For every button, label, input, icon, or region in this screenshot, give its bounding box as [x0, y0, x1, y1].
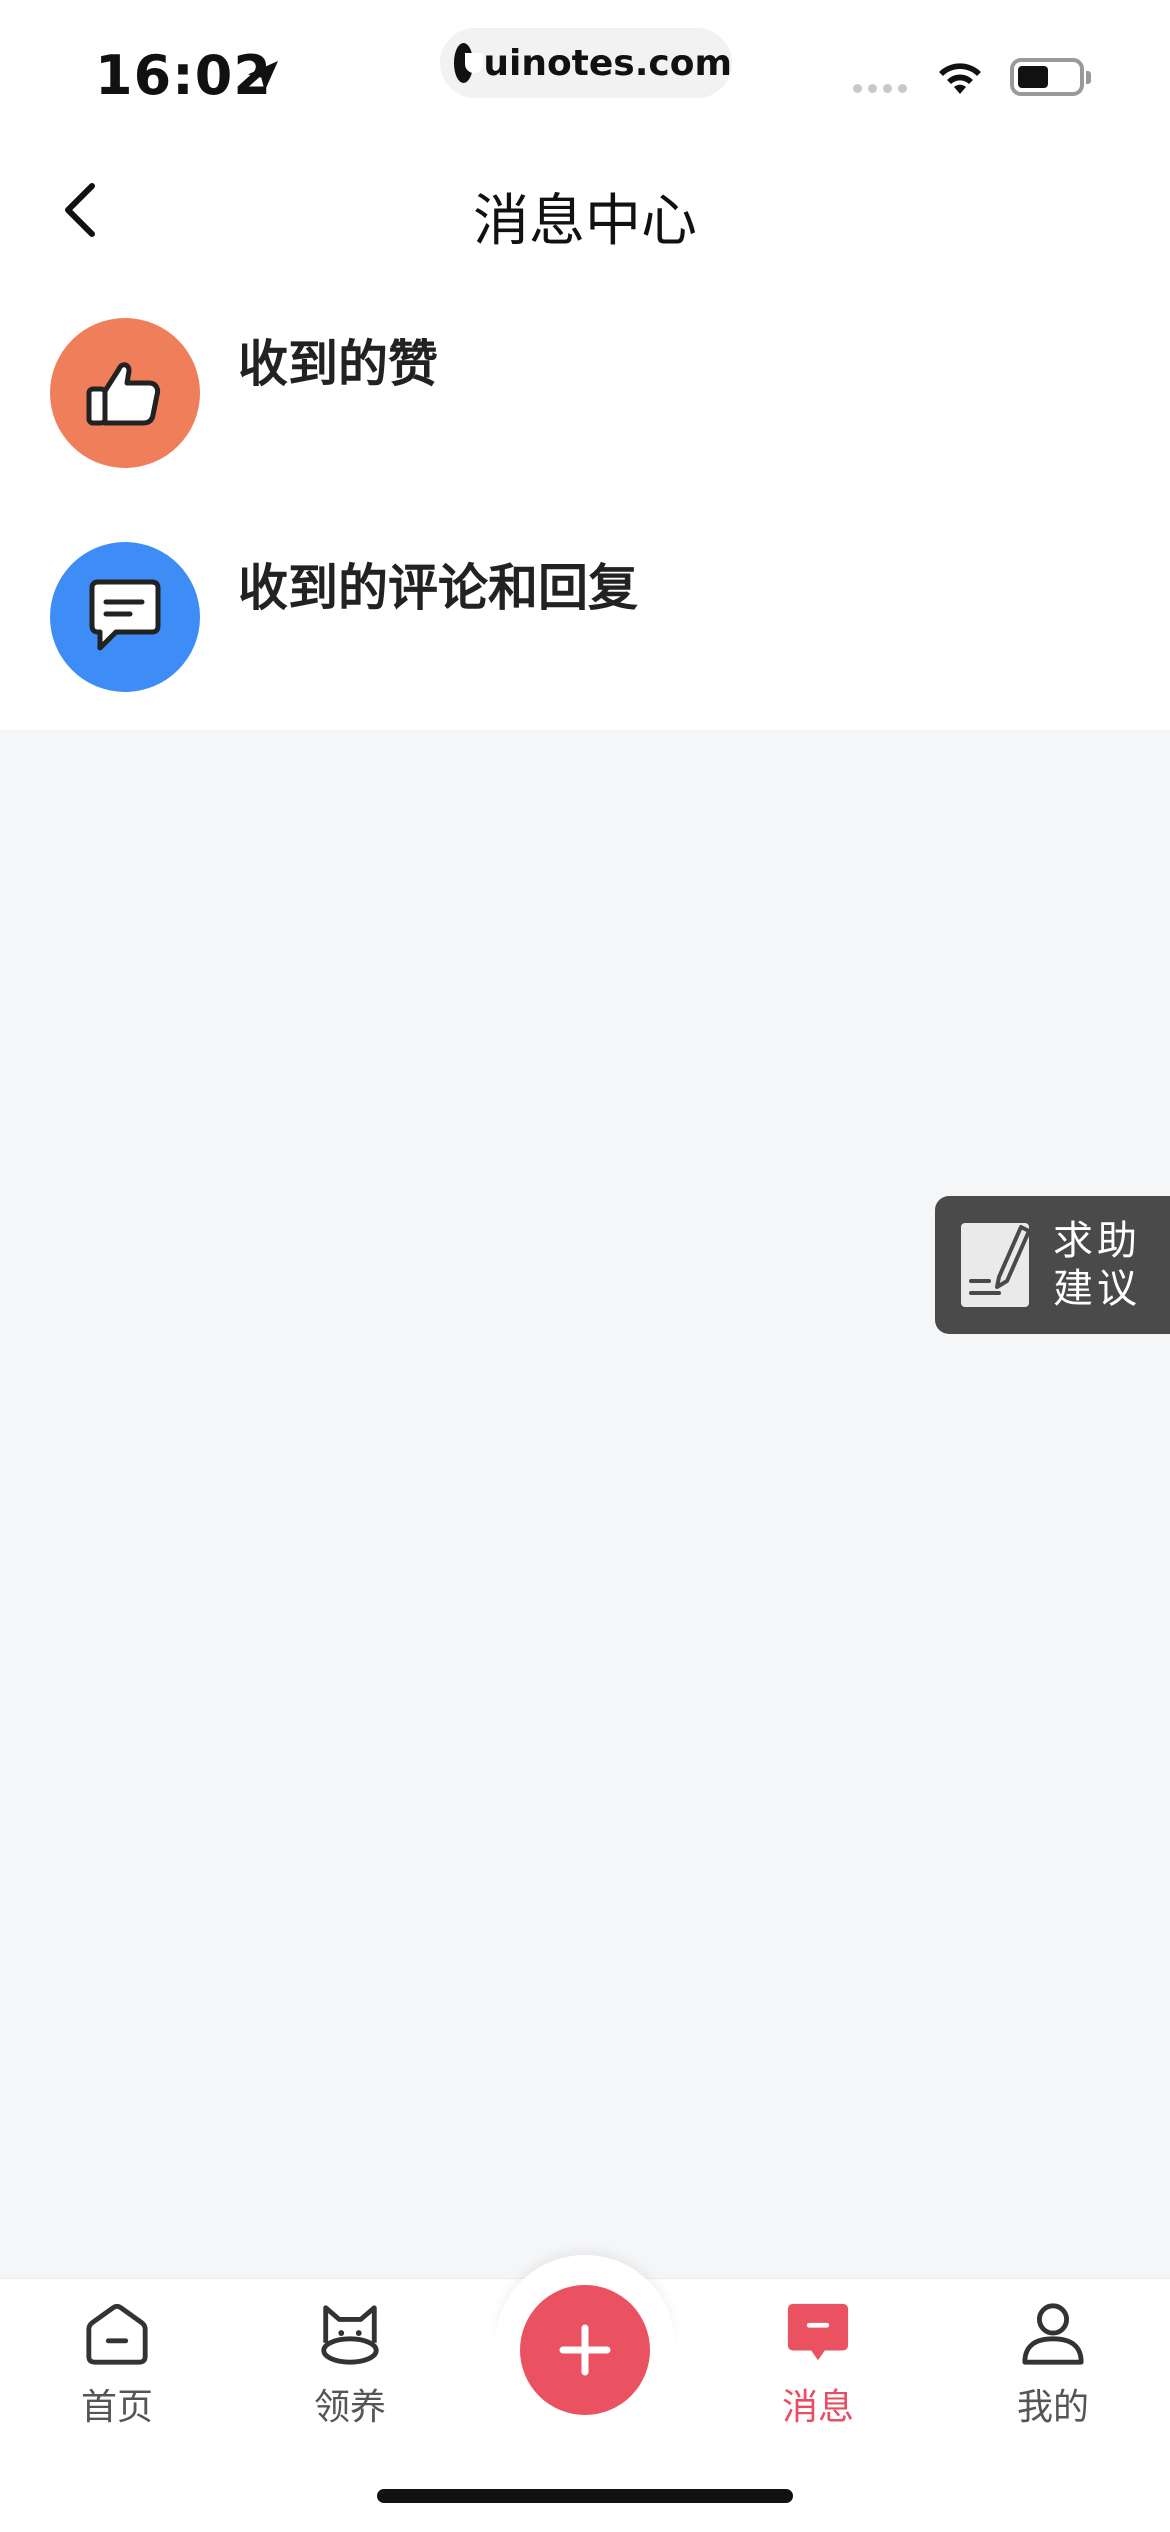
comments-avatar — [50, 542, 200, 692]
thumbs-up-icon — [86, 362, 161, 426]
tab-home[interactable]: 首页 — [37, 2300, 197, 2430]
tab-messages[interactable]: 消息 — [738, 2300, 898, 2430]
cat-icon — [321, 2305, 379, 2365]
page-title: 消息中心 — [473, 189, 697, 254]
message-category-list: 收到的赞 收到的评论和回复 — [0, 280, 1170, 730]
help-text-line1: 求助 — [1053, 1218, 1141, 1264]
status-bar: 16:02 uinotes.com — [0, 0, 1170, 140]
wifi-icon — [939, 63, 981, 94]
plus-icon — [559, 2324, 611, 2376]
likes-avatar — [50, 318, 200, 468]
comments-replies-item[interactable]: 收到的评论和回复 — [0, 504, 1170, 728]
home-indicator — [377, 2489, 793, 2503]
tab-me-label: 我的 — [1016, 2387, 1089, 2428]
url-text: uinotes.com — [483, 42, 732, 84]
likes-received-label: 收到的赞 — [238, 335, 438, 393]
tab-home-label: 首页 — [80, 2387, 153, 2428]
home-icon — [86, 2303, 148, 2365]
help-text-line2: 建议 — [1053, 1266, 1141, 1312]
url-pill[interactable]: uinotes.com — [440, 28, 732, 98]
help-text: 求助 建议 — [1053, 1217, 1141, 1313]
edit-note-icon — [961, 1223, 1031, 1307]
tab-adopt[interactable]: 领养 — [270, 2300, 430, 2430]
tab-me[interactable]: 我的 — [973, 2300, 1133, 2430]
site-logo-icon — [454, 43, 484, 83]
cellular-signal-icon — [853, 84, 907, 93]
message-center-screen: 16:02 uinotes.com 消息中心 收到的赞 收到的评论和回复 求助 … — [0, 0, 1170, 2532]
tab-messages-label: 消息 — [781, 2387, 854, 2428]
comments-replies-label: 收到的评论和回复 — [238, 559, 638, 617]
battery-icon — [1010, 58, 1091, 96]
comment-icon — [89, 579, 161, 651]
help-suggestion-button[interactable]: 求助 建议 — [935, 1196, 1170, 1334]
likes-received-item[interactable]: 收到的赞 — [0, 280, 1170, 504]
location-arrow-icon — [248, 61, 278, 91]
nav-header: 消息中心 — [0, 140, 1170, 280]
profile-icon — [1022, 2303, 1084, 2365]
tab-adopt-label: 领养 — [313, 2387, 386, 2428]
add-post-button[interactable] — [520, 2285, 650, 2415]
message-icon — [787, 2303, 849, 2361]
